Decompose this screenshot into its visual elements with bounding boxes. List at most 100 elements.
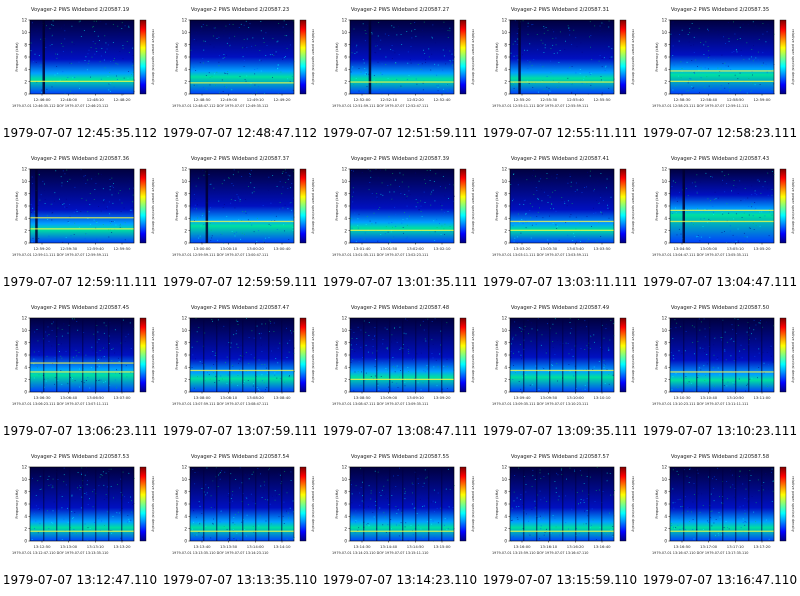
spectrogram-cell: Voyager-2 PWS Wideband 2/20587.47 0 2 4 6 8 10… (160, 298, 320, 447)
x-tick-label: 13:13:00 (60, 544, 78, 549)
time-range-label: 1979-07-01 13:12:47.110 DOY 1979-07-07 1… (12, 551, 108, 555)
y-tick-label: 0 (24, 539, 27, 544)
x-tick-label: 13:16:40 (593, 544, 611, 549)
x-tick-label: 12:52:40 (433, 97, 451, 102)
data-gap (536, 318, 538, 392)
data-gap (402, 467, 404, 541)
y-tick-label: 6 (184, 353, 187, 358)
time-range-label: 1979-07-01 13:15:59.110 DOY 1979-07-07 1… (492, 551, 588, 555)
panel-caption: 1979-07-07 13:08:47.111 (322, 424, 478, 438)
y-tick-label: 12 (342, 465, 348, 470)
x-tick-label: 13:09:40 (513, 395, 531, 400)
y-axis-label: Frequency (kHz) (15, 191, 19, 221)
data-gap (376, 318, 378, 392)
spectrogram-plot (670, 20, 774, 94)
y-tick-label: 4 (344, 514, 347, 519)
spectrogram-plot (30, 20, 134, 94)
y-tick-label: 6 (344, 502, 347, 507)
spectrogram-panel: Voyager-2 PWS Wideband 2/20587.23 0 2 4 6 8 10… (172, 7, 315, 108)
colorbar (459, 19, 467, 95)
colorbar-label: relative power spectral density (791, 327, 795, 384)
x-tick-label: 13:16:10 (540, 544, 558, 549)
emission-line (30, 362, 134, 364)
data-gap (761, 318, 763, 392)
emission-line (30, 217, 134, 219)
x-tick-label: 12:55:40 (567, 97, 585, 102)
x-tick-label: 12:48:10 (87, 97, 105, 102)
spectrogram-cell: Voyager-2 PWS Wideband 2/20587.27 0 2 4 6 8 10… (320, 0, 480, 149)
y-tick-label: 0 (24, 92, 27, 97)
colorbar-label: relative power spectral density (151, 327, 155, 384)
data-gap (203, 318, 205, 392)
colorbar (779, 466, 787, 542)
x-tick-label: 13:08:00 (193, 395, 211, 400)
colorbar-label: relative power spectral density (471, 29, 475, 86)
panel-title: Voyager-2 PWS Wideband 2/20587.47 (191, 305, 289, 311)
y-tick-label: 0 (24, 390, 27, 395)
panel-caption: 1979-07-07 12:48:47.112 (162, 126, 318, 140)
data-gap (268, 467, 270, 541)
y-tick-label: 2 (24, 526, 27, 531)
colorbar-label: relative power spectral density (311, 178, 315, 235)
spectrogram-cell: Voyager-2 PWS Wideband 2/20587.37 0 2 4 6 8 10… (160, 149, 320, 298)
spectrogram-panel: Voyager-2 PWS Wideband 2/20587.53 0 2 4 6 8 10… (12, 454, 155, 555)
panel-title: Voyager-2 PWS Wideband 2/20587.35 (671, 7, 769, 13)
emission-line (190, 220, 294, 223)
x-tick-label: 13:09:20 (433, 395, 451, 400)
x-tick-label: 12:52:20 (407, 97, 425, 102)
panel-title: Voyager-2 PWS Wideband 2/20587.37 (191, 156, 289, 162)
y-tick-label: 6 (344, 353, 347, 358)
x-tick-label: 12:58:50 (727, 97, 745, 102)
y-tick-label: 0 (344, 390, 347, 395)
y-tick-label: 10 (662, 328, 668, 333)
time-range-label: 1979-07-01 13:14:23.110 DOY 1979-07-07 1… (332, 551, 428, 555)
data-gap (82, 467, 84, 541)
spectrogram-panel: Voyager-2 PWS Wideband 2/20587.27 0 2 4 6 8 10… (332, 7, 475, 108)
colorbar-label: relative power spectral density (631, 327, 635, 384)
y-tick-label: 10 (342, 328, 348, 333)
spectrogram-cell: Voyager-2 PWS Wideband 2/20587.50 0 2 4 6 8 10… (640, 298, 800, 447)
time-range-label: 1979-07-01 13:04:47.111 DOY 1979-07-07 1… (652, 253, 748, 257)
y-axis-label: Frequency (kHz) (655, 489, 659, 519)
y-tick-label: 2 (504, 79, 507, 84)
y-tick-label: 6 (184, 55, 187, 60)
data-gap (363, 467, 365, 541)
y-tick-label: 6 (24, 204, 27, 209)
y-tick-label: 12 (182, 167, 188, 172)
y-tick-label: 6 (24, 502, 27, 507)
y-tick-label: 4 (664, 365, 667, 370)
data-gap (82, 318, 84, 392)
y-tick-label: 12 (502, 465, 508, 470)
y-tick-label: 8 (504, 489, 507, 494)
data-gap (281, 467, 283, 541)
y-tick-label: 0 (24, 241, 27, 246)
y-tick-label: 6 (184, 502, 187, 507)
y-tick-label: 8 (664, 191, 667, 196)
y-tick-label: 2 (24, 228, 27, 233)
y-tick-label: 4 (184, 67, 187, 72)
x-tick-label: 12:48:50 (193, 97, 211, 102)
panel-title: Voyager-2 PWS Wideband 2/20587.39 (351, 156, 449, 162)
y-tick-label: 2 (184, 377, 187, 382)
spectrogram-grid: Voyager-2 PWS Wideband 2/20587.19 0 2 4 6 8 10… (0, 0, 800, 596)
y-tick-label: 10 (662, 477, 668, 482)
spectrogram-plot (350, 169, 454, 243)
spectrogram-cell: Voyager-2 PWS Wideband 2/20587.23 0 2 4 6 8 10… (160, 0, 320, 149)
colorbar-label: relative power spectral density (791, 178, 795, 235)
x-tick-label: 12:59:00 (753, 97, 771, 102)
data-gap (43, 467, 45, 541)
x-tick-label: 13:14:10 (273, 544, 291, 549)
spectrogram-plot (30, 169, 134, 243)
x-tick-label: 13:16:20 (567, 544, 585, 549)
data-gap (229, 318, 231, 392)
spectrogram-plot (510, 20, 614, 94)
x-tick-label: 13:03:40 (567, 246, 585, 251)
y-tick-label: 12 (22, 465, 28, 470)
panel-caption: 1979-07-07 13:14:23.110 (322, 573, 478, 587)
y-tick-label: 6 (504, 204, 507, 209)
data-gap (35, 169, 38, 243)
data-gap (56, 467, 58, 541)
y-tick-label: 2 (344, 79, 347, 84)
colorbar-label: relative power spectral density (151, 29, 155, 86)
y-tick-label: 2 (184, 79, 187, 84)
